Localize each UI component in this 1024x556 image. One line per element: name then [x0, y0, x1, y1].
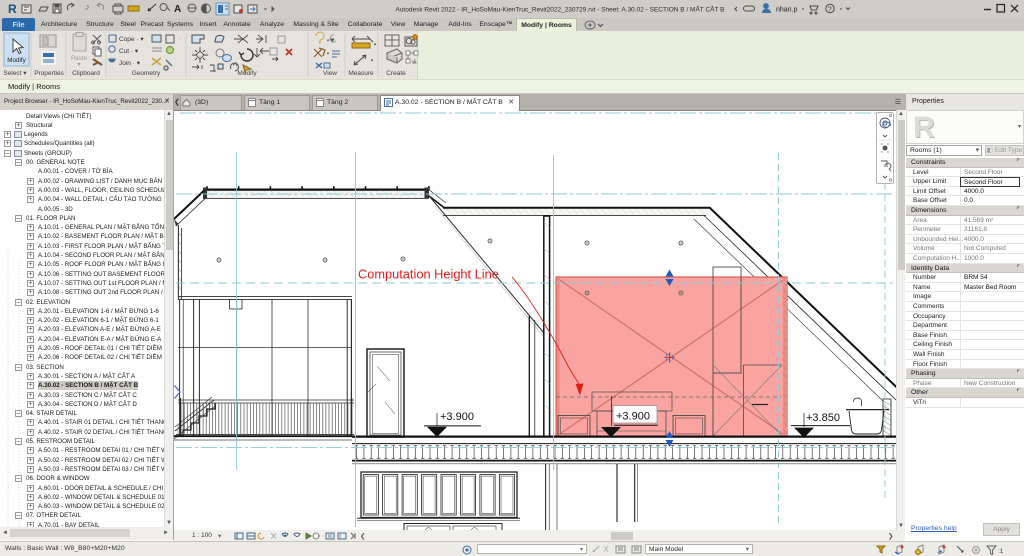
svg-text:Measure: Measure [348, 70, 374, 77]
svg-text:·: · [374, 42, 376, 48]
svg-text:Computation Height Line: Computation Height Line [358, 267, 499, 282]
svg-text:+3.900: +3.900 [616, 411, 650, 423]
svg-text:+3.850: +3.850 [806, 412, 840, 424]
svg-text:+3.900: +3.900 [440, 411, 474, 423]
svg-text:Modify: Modify [237, 70, 257, 77]
svg-text:Paste: Paste [71, 55, 88, 62]
svg-text:Geometry: Geometry [132, 70, 161, 77]
svg-text:R: R [8, 2, 17, 16]
svg-text:Modify: Modify [7, 57, 26, 64]
svg-text:·: · [327, 51, 329, 57]
svg-text:R: R [913, 112, 935, 142]
svg-text:Clipboard: Clipboard [72, 70, 100, 77]
svg-text:nhan.p: nhan.p [776, 7, 798, 14]
svg-text:·: · [371, 58, 373, 64]
svg-text:Join · ▾: Join · ▾ [119, 60, 141, 67]
svg-text:Create: Create [386, 70, 406, 77]
svg-text:·: · [179, 36, 181, 42]
svg-text:Cope · ▾: Cope · ▾ [119, 36, 144, 43]
svg-text:Select ▾: Select ▾ [3, 70, 27, 77]
svg-text:Properties: Properties [34, 70, 64, 77]
svg-text:?: ? [828, 4, 832, 13]
svg-text::1: :1 [998, 548, 1004, 555]
svg-text:▾: ▾ [77, 62, 80, 68]
svg-text:Autodesk Revit 2022 - IR_HoSoM: Autodesk Revit 2022 - IR_HoSoMau-KienTru… [395, 5, 724, 14]
svg-text:Cut · ▾: Cut · ▾ [119, 48, 139, 55]
svg-text:View: View [323, 70, 337, 77]
svg-text:A: A [174, 4, 181, 15]
